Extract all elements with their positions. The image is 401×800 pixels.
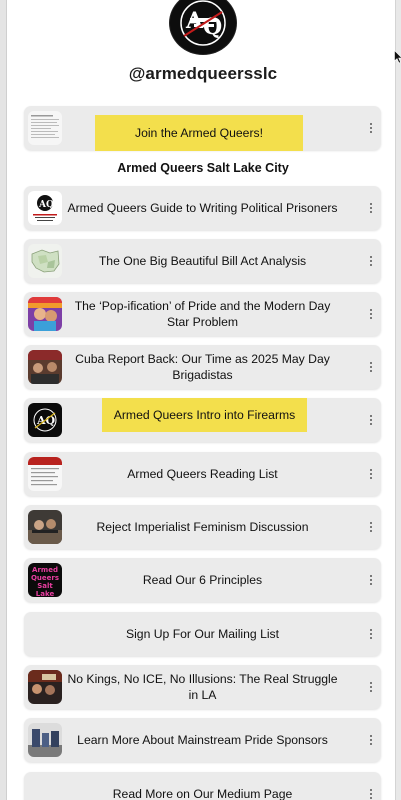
link-reading-list[interactable]: Armed Queers Reading List (24, 452, 381, 496)
reading-list-thumbnail (28, 457, 62, 491)
window-scrollbar[interactable] (395, 0, 401, 800)
link-label: Read More on Our Medium Page (112, 787, 293, 800)
link-label: Reject Imperialist Feminism Discussion (96, 520, 309, 534)
cuba-thumbnail (28, 350, 62, 384)
discussion-thumbnail (28, 510, 62, 544)
join-highlight: Join the Armed Queers! (95, 115, 303, 151)
link-six-principles[interactable]: Armed Queers Salt Lake City Read Our 6 P… (24, 558, 381, 602)
link-label: Sign Up For Our Mailing List (125, 627, 280, 641)
link-reject-imperialist-feminism[interactable]: Reject Imperialist Feminism Discussion (24, 505, 381, 549)
kebab-menu-icon[interactable] (365, 119, 377, 137)
linktree-page: A Q @armedqueersslc Join the Armed Quee (7, 0, 395, 800)
sponsors-thumbnail (28, 723, 62, 757)
profile-handle: @armedqueersslc (128, 64, 278, 83)
map-thumbnail (28, 244, 62, 278)
guide-thumbnail: AQ (28, 191, 62, 225)
kebab-menu-icon[interactable] (365, 625, 377, 643)
link-label: Read Our 6 Principles (142, 573, 263, 587)
link-label: Learn More About Mainstream Pride Sponso… (77, 733, 328, 747)
aq-logo-thumbnail: AQ (28, 403, 62, 437)
principles-thumb-text: Armed Queers Salt Lake City (30, 566, 60, 597)
link-label: Armed Queers Reading List (127, 467, 278, 481)
profile-avatar[interactable]: A Q (170, 0, 236, 54)
link-political-prisoners-guide[interactable]: AQ Armed Queers Guide to Writing Politic… (24, 186, 381, 230)
section-header: Armed Queers Salt Lake City (117, 161, 289, 175)
mouse-cursor-icon (394, 50, 401, 64)
link-label: The One Big Beautiful Bill Act Analysis (98, 254, 307, 268)
principles-thumbnail: Armed Queers Salt Lake City (28, 563, 62, 597)
kebab-menu-icon[interactable] (365, 731, 377, 749)
link-no-kings-no-ice[interactable]: No Kings, No ICE, No Illusions: The Real… (24, 665, 381, 709)
kebab-menu-icon[interactable] (365, 411, 377, 429)
kebab-menu-icon[interactable] (365, 785, 377, 800)
link-cuba-report[interactable]: Cuba Report Back: Our Time as 2025 May D… (24, 345, 381, 389)
kebab-menu-icon[interactable] (365, 358, 377, 376)
link-mailing-list[interactable]: Sign Up For Our Mailing List (24, 612, 381, 656)
kebab-menu-icon[interactable] (365, 518, 377, 536)
link-label: Armed Queers Guide to Writing Political … (67, 201, 338, 215)
link-pride-sponsors[interactable]: Learn More About Mainstream Pride Sponso… (24, 718, 381, 762)
link-label: Cuba Report Back: Our Time as 2025 May D… (75, 352, 330, 382)
firearms-highlight: Armed Queers Intro into Firearms (102, 398, 307, 432)
kebab-menu-icon[interactable] (365, 678, 377, 696)
pride-thumbnail (28, 297, 62, 331)
kebab-menu-icon[interactable] (365, 465, 377, 483)
link-label: Armed Queers Intro into Firearms (113, 408, 296, 422)
link-intro-firearms[interactable]: AQ Armed Queers Intro into Firearms (24, 398, 381, 442)
join-button-label: Join the Armed Queers! (134, 126, 264, 140)
kebab-menu-icon[interactable] (365, 305, 377, 323)
link-popification-pride[interactable]: The ‘Pop-ification’ of Pride and the Mod… (24, 292, 381, 336)
link-label: The ‘Pop-ification’ of Pride and the Mod… (74, 299, 331, 329)
kebab-menu-icon[interactable] (365, 199, 377, 217)
armed-queers-logo-icon: A Q (180, 0, 226, 46)
document-thumbnail (28, 111, 62, 145)
kebab-menu-icon[interactable] (365, 252, 377, 270)
link-label: No Kings, No ICE, No Illusions: The Real… (67, 672, 338, 702)
la-thumbnail (28, 670, 62, 704)
window-left-edge (0, 0, 7, 800)
link-medium-page[interactable]: Read More on Our Medium Page (24, 772, 381, 800)
link-big-beautiful-bill[interactable]: The One Big Beautiful Bill Act Analysis (24, 239, 381, 283)
kebab-menu-icon[interactable] (365, 571, 377, 589)
link-join-armed-queers[interactable]: Join the Armed Queers! (24, 106, 381, 151)
svg-text:AQ: AQ (38, 200, 54, 210)
